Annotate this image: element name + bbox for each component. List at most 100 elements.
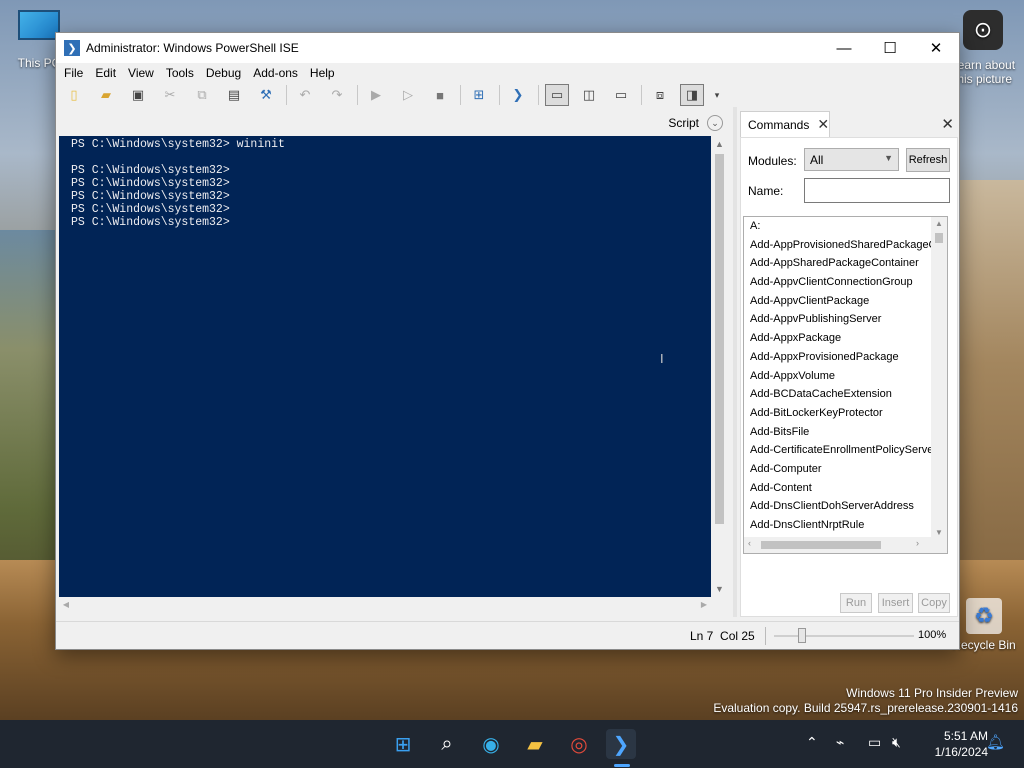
clock[interactable]: 5:51 AM 1/16/2024 <box>918 728 988 760</box>
scroll-right-icon[interactable]: ▶ <box>697 597 711 612</box>
open-folder-icon[interactable]: ▰ <box>94 84 118 106</box>
chevron-down-icon: ▼ <box>884 153 893 163</box>
paste-icon[interactable]: ▤ <box>222 84 246 106</box>
commands-list-horizontal-scrollbar[interactable]: ‹ › <box>744 537 947 553</box>
run-button[interactable]: Run <box>840 593 872 613</box>
command-list-item[interactable]: Add-CertificateEnrollmentPolicyServer <box>744 441 931 460</box>
mouse-cursor-icon: I <box>660 351 664 366</box>
show-command-window-icon[interactable]: ⧈ <box>648 84 672 106</box>
volume-muted-icon[interactable]: 🔇︎ <box>892 734 901 751</box>
edge-beta-icon[interactable]: ◉ <box>476 729 506 759</box>
pane-splitter[interactable] <box>733 107 737 617</box>
save-icon[interactable]: ▣ <box>126 84 150 106</box>
chevron-up-icon[interactable]: ⌃ <box>806 734 818 751</box>
console-vertical-scrollbar[interactable]: ▲ ▼ <box>711 136 728 597</box>
scroll-down-icon[interactable]: ▼ <box>931 528 947 537</box>
command-list-item[interactable]: Add-BCDataCacheExtension <box>744 385 931 404</box>
command-list-item[interactable]: Add-BitsFile <box>744 423 931 442</box>
layout-right-icon[interactable]: ◫ <box>577 84 601 106</box>
notification-bell-icon[interactable]: 🔔︎ <box>986 733 1005 751</box>
copy-button[interactable]: Copy <box>918 593 950 613</box>
commands-tab[interactable]: Commands ✕ <box>740 111 830 137</box>
close-tab-icon[interactable]: ✕ <box>817 116 829 133</box>
chrome-icon[interactable]: ◎ <box>564 729 594 759</box>
network-icon[interactable]: ⌁ <box>836 734 844 751</box>
search-icon[interactable]: ⌕ <box>432 729 462 759</box>
watermark-line1: Windows 11 Pro Insider Preview <box>846 686 1018 700</box>
copy-icon[interactable]: ⧉ <box>190 84 214 106</box>
new-file-icon[interactable]: ▯ <box>62 84 86 106</box>
cut-icon[interactable]: ✂ <box>158 84 182 106</box>
command-list-item[interactable]: Add-AppSharedPackageContainer <box>744 254 931 273</box>
modules-dropdown[interactable]: All ▼ <box>804 148 899 171</box>
close-pane-icon[interactable]: ✕ <box>941 115 954 133</box>
refresh-button[interactable]: Refresh <box>906 148 950 172</box>
command-list-item[interactable]: Add-Content <box>744 479 931 498</box>
command-list-item[interactable]: A: <box>744 217 931 236</box>
command-list-item[interactable]: Add-AppvClientPackage <box>744 292 931 311</box>
menu-file[interactable]: File <box>58 66 89 80</box>
command-list-item[interactable]: Add-Computer <box>744 460 931 479</box>
menu-add-ons[interactable]: Add-ons <box>247 66 304 80</box>
toolbar-overflow-icon[interactable]: ▾ <box>712 84 722 106</box>
command-list-item[interactable]: Add-DnsClientNrptRule <box>744 516 931 535</box>
insert-button[interactable]: Insert <box>878 593 913 613</box>
console-line: PS C:\Windows\system32> <box>71 164 230 177</box>
scroll-up-icon[interactable]: ▲ <box>931 219 947 228</box>
layout-top-icon[interactable]: ▭ <box>545 84 569 106</box>
close-button[interactable]: ✕ <box>913 33 959 63</box>
command-list-item[interactable]: Add-AppxVolume <box>744 367 931 386</box>
console-horizontal-scrollbar[interactable]: ◀ ▶ <box>59 597 711 612</box>
scrollbar-thumb[interactable] <box>761 541 881 549</box>
console-pane[interactable]: PS C:\Windows\system32> wininit PS C:\Win… <box>59 136 711 597</box>
toolbar-separator <box>460 85 461 105</box>
name-input[interactable] <box>804 178 950 203</box>
chevron-down-icon[interactable]: ⌄ <box>707 115 723 131</box>
stop-icon[interactable]: ■ <box>428 84 452 106</box>
display-icon[interactable]: ▭ <box>868 734 881 751</box>
zoom-slider[interactable] <box>774 635 914 637</box>
remote-powershell-icon[interactable]: ⊞ <box>467 84 491 106</box>
scroll-up-icon[interactable]: ▲ <box>711 136 728 152</box>
command-list-item[interactable]: Add-AppvClientConnectionGroup <box>744 273 931 292</box>
scrollbar-thumb[interactable] <box>715 154 724 524</box>
undo-icon[interactable]: ↶ <box>293 84 317 106</box>
minimize-button[interactable]: — <box>821 33 867 63</box>
command-list-item[interactable]: Add-AppxProvisionedPackage <box>744 348 931 367</box>
scroll-down-icon[interactable]: ▼ <box>711 581 728 597</box>
start-icon[interactable]: ⊞ <box>388 729 418 759</box>
scroll-right-icon[interactable]: › <box>916 538 919 548</box>
scroll-left-icon[interactable]: ◀ <box>59 597 73 612</box>
menu-edit[interactable]: Edit <box>89 66 122 80</box>
toolbar-separator <box>538 85 539 105</box>
command-list-item[interactable]: Add-AppProvisionedSharedPackageContainer <box>744 236 931 255</box>
title-bar[interactable]: ❯ Administrator: Windows PowerShell ISE … <box>56 33 959 63</box>
run-script-icon[interactable]: ▶ <box>364 84 388 106</box>
command-list-item[interactable]: Add-DnsClientDohServerAddress <box>744 497 931 516</box>
show-command-addon-icon[interactable]: ◨ <box>680 84 704 106</box>
zoom-slider-thumb[interactable] <box>797 628 806 643</box>
scroll-left-icon[interactable]: ‹ <box>748 538 751 548</box>
run-selection-icon[interactable]: ▷ <box>396 84 420 106</box>
command-list-item[interactable]: Add-AppxPackage <box>744 329 931 348</box>
command-list-item[interactable]: Add-AppvPublishingServer <box>744 310 931 329</box>
menu-help[interactable]: Help <box>304 66 341 80</box>
command-list-item[interactable]: Add-BitLockerKeyProtector <box>744 404 931 423</box>
status-bar: Ln 7 Col 25 100% <box>56 621 959 649</box>
commands-tab-label: Commands <box>748 117 810 132</box>
menu-view[interactable]: View <box>122 66 160 80</box>
start-powershell-icon[interactable]: ❯ <box>506 84 530 106</box>
clear-console-icon[interactable]: ⚒ <box>254 84 278 106</box>
file-explorer-icon[interactable]: ▰ <box>520 729 550 759</box>
commands-list[interactable]: A:Add-AppProvisionedSharedPackageContain… <box>743 216 948 554</box>
redo-icon[interactable]: ↷ <box>325 84 349 106</box>
scrollbar-thumb[interactable] <box>935 233 943 243</box>
camera-icon: ⊙ <box>963 10 1003 50</box>
menu-tools[interactable]: Tools <box>160 66 200 80</box>
commands-list-vertical-scrollbar[interactable]: ▲ ▼ <box>931 217 947 539</box>
modules-label: Modules: <box>748 154 797 168</box>
maximize-button[interactable]: ☐ <box>867 33 913 63</box>
layout-maximized-icon[interactable]: ▭ <box>609 84 633 106</box>
menu-debug[interactable]: Debug <box>200 66 247 80</box>
powershell-ise-taskbar-icon[interactable]: ❯ <box>606 729 636 759</box>
